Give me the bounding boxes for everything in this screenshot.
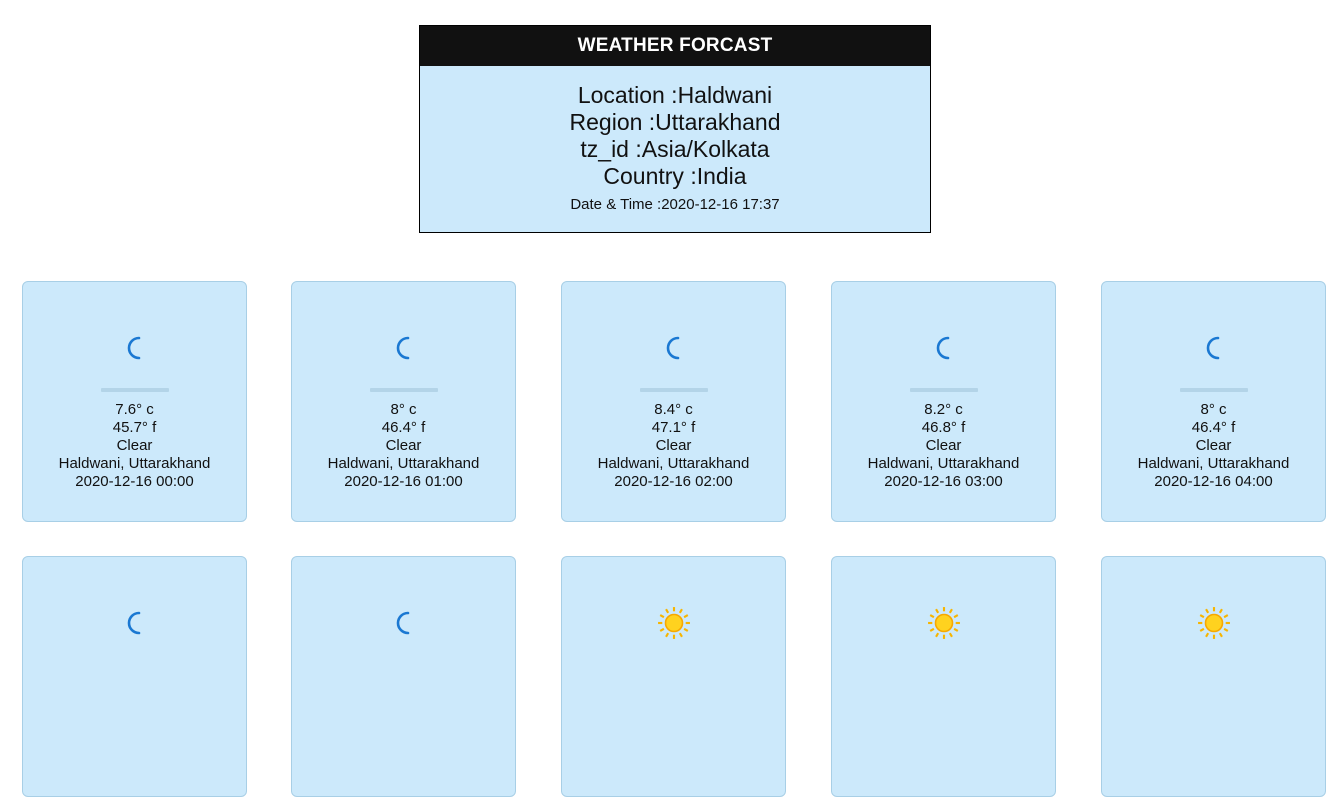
condition-text: Clear xyxy=(1195,437,1232,454)
condition-text: Clear xyxy=(655,437,692,454)
moon-icon xyxy=(292,607,515,639)
moon-icon xyxy=(1102,332,1325,364)
place-text: Haldwani, Uttarakhand xyxy=(58,455,211,472)
card-divider xyxy=(1180,388,1248,392)
condition-text: Clear xyxy=(116,437,153,454)
place-text: Haldwani, Uttarakhand xyxy=(327,455,480,472)
temp-fahrenheit: 46.4° f xyxy=(1191,419,1236,436)
forecast-card xyxy=(831,556,1056,797)
card-details: 8° c 46.4° f Clear Haldwani, Uttarakhand 202… xyxy=(292,401,515,491)
moon-icon xyxy=(292,332,515,364)
forecast-time: 2020-12-16 01:00 xyxy=(344,473,463,490)
forecast-card xyxy=(561,556,786,797)
temp-celsius: 7.6° c xyxy=(115,401,154,418)
moon-icon xyxy=(562,332,785,364)
forecast-card: 8° c 46.4° f Clear Haldwani, Uttarakhand 202… xyxy=(1101,281,1326,522)
card-details: 7.6° c 45.7° f Clear Haldwani, Uttarakhand 2… xyxy=(23,401,246,491)
sun-icon xyxy=(1102,607,1325,639)
sun-icon xyxy=(832,607,1055,639)
forecast-card: 8.4° c 47.1° f Clear Haldwani, Uttarakhand 2… xyxy=(561,281,786,522)
card-details: 8° c 46.4° f Clear Haldwani, Uttarakhand 202… xyxy=(1102,401,1325,491)
temp-fahrenheit: 46.8° f xyxy=(921,419,966,436)
forecast-time: 2020-12-16 03:00 xyxy=(884,473,1003,490)
sun-icon xyxy=(562,607,785,639)
moon-icon xyxy=(23,607,246,639)
moon-icon xyxy=(23,332,246,364)
forecast-time: 2020-12-16 04:00 xyxy=(1154,473,1273,490)
moon-icon xyxy=(832,332,1055,364)
forecast-time: 2020-12-16 00:00 xyxy=(75,473,194,490)
place-text: Haldwani, Uttarakhand xyxy=(867,455,1020,472)
forecast-grid: 7.6° c 45.7° f Clear Haldwani, Uttarakhand 2… xyxy=(0,0,1344,797)
temp-celsius: 8.2° c xyxy=(924,401,963,418)
forecast-card xyxy=(1101,556,1326,797)
card-divider xyxy=(370,388,438,392)
card-divider xyxy=(910,388,978,392)
card-divider xyxy=(640,388,708,392)
place-text: Haldwani, Uttarakhand xyxy=(597,455,750,472)
forecast-time: 2020-12-16 02:00 xyxy=(614,473,733,490)
temp-celsius: 8.4° c xyxy=(654,401,693,418)
forecast-card: 8° c 46.4° f Clear Haldwani, Uttarakhand 202… xyxy=(291,281,516,522)
forecast-card xyxy=(22,556,247,797)
forecast-card: 8.2° c 46.8° f Clear Haldwani, Uttarakhand 2… xyxy=(831,281,1056,522)
forecast-card: 7.6° c 45.7° f Clear Haldwani, Uttarakhand 2… xyxy=(22,281,247,522)
temp-fahrenheit: 46.4° f xyxy=(381,419,426,436)
forecast-card xyxy=(291,556,516,797)
temp-fahrenheit: 45.7° f xyxy=(112,419,157,436)
condition-text: Clear xyxy=(385,437,422,454)
card-details: 8.4° c 47.1° f Clear Haldwani, Uttarakhand 2… xyxy=(562,401,785,491)
temp-celsius: 8° c xyxy=(390,401,417,418)
card-details: 8.2° c 46.8° f Clear Haldwani, Uttarakhand 2… xyxy=(832,401,1055,491)
place-text: Haldwani, Uttarakhand xyxy=(1137,455,1290,472)
temp-celsius: 8° c xyxy=(1200,401,1227,418)
condition-text: Clear xyxy=(925,437,962,454)
temp-fahrenheit: 47.1° f xyxy=(651,419,696,436)
card-divider xyxy=(101,388,169,392)
